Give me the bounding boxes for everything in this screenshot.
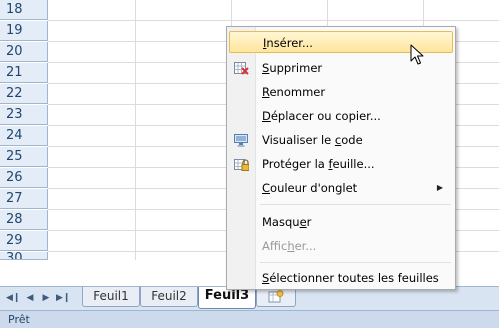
next-sheet-icon[interactable]: ▶ [40, 291, 52, 305]
delete-sheet-icon [231, 60, 251, 76]
row-cells[interactable] [48, 0, 499, 21]
menu-item-view-code[interactable]: Visualiser le code [229, 129, 453, 151]
status-text: Prêt [8, 313, 30, 326]
menu-item-rename[interactable]: Renommer [229, 81, 453, 103]
mouse-pointer-icon [410, 44, 424, 65]
row-header[interactable]: 27 [0, 189, 48, 209]
menu-item-hide[interactable]: Masquer [229, 211, 453, 233]
menu-item-label: Masquer [262, 215, 312, 229]
last-sheet-icon[interactable]: ▶❙ [56, 291, 70, 305]
row-header[interactable]: 19 [0, 21, 48, 41]
row-header[interactable]: 24 [0, 126, 48, 146]
status-bar: Prêt [0, 310, 499, 328]
menu-item-label: Afficher... [262, 239, 317, 253]
menu-item-move-copy[interactable]: Déplacer ou copier... [229, 105, 453, 127]
sheet-tab-feuil2[interactable]: Feuil2 [140, 287, 198, 307]
menu-item-label: Déplacer ou copier... [262, 109, 381, 123]
menu-item-tab-color[interactable]: Couleur d'onglet ▶ [229, 177, 453, 199]
row-header[interactable]: 18 [0, 0, 48, 20]
menu-item-label: Visualiser le code [262, 133, 363, 147]
menu-item-label: Couleur d'onglet [262, 181, 358, 195]
insert-sheet-icon [268, 290, 284, 303]
menu-separator [260, 204, 451, 205]
row-header[interactable]: 29 [0, 231, 48, 251]
menu-item-unhide: Afficher... [229, 235, 453, 257]
menu-separator [260, 262, 451, 263]
row-header[interactable]: 20 [0, 42, 48, 62]
row-header[interactable]: 26 [0, 168, 48, 188]
menu-item-label: Sélectionner toutes les feuilles [262, 271, 439, 285]
submenu-arrow-icon: ▶ [436, 183, 443, 192]
menu-item-protect-sheet[interactable]: Protéger la feuille... [229, 153, 453, 175]
row-header[interactable]: 21 [0, 63, 48, 83]
grid-row[interactable]: 18 [0, 0, 499, 21]
row-header[interactable]: 30 [0, 252, 48, 260]
protect-sheet-icon [231, 156, 251, 172]
row-header[interactable]: 22 [0, 84, 48, 104]
row-header[interactable]: 25 [0, 147, 48, 167]
menu-item-label: Protéger la feuille... [262, 157, 375, 171]
menu-item-label: Renommer [262, 85, 326, 99]
menu-item-label: Supprimer [262, 61, 323, 75]
first-sheet-icon[interactable]: ◀❙ [6, 291, 20, 305]
insert-sheet-tab[interactable] [256, 287, 296, 307]
menu-item-label: Insérer... [263, 36, 313, 50]
view-code-icon [231, 132, 251, 148]
sheet-tab-feuil3[interactable]: Feuil3 [198, 287, 256, 309]
row-header[interactable]: 28 [0, 210, 48, 230]
previous-sheet-icon[interactable]: ◀ [24, 291, 36, 305]
sheet-tab-feuil1[interactable]: Feuil1 [82, 287, 140, 307]
row-header[interactable]: 23 [0, 105, 48, 125]
menu-item-select-all-sheets[interactable]: Sélectionner toutes les feuilles [229, 267, 453, 289]
